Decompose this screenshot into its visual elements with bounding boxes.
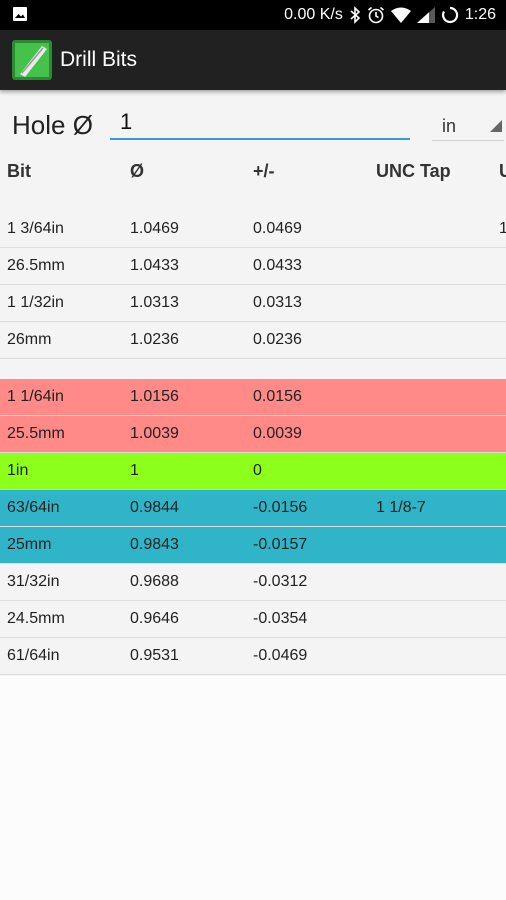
bit-difference: -0.0312 bbox=[253, 573, 308, 590]
bit-diameter: 1.0236 bbox=[130, 331, 179, 348]
table-row[interactable]: 1in 1 0 bbox=[0, 453, 506, 490]
status-bar: 0.00 K/s 1:26 bbox=[0, 0, 506, 30]
header-diameter: Ø bbox=[130, 161, 145, 181]
table-row[interactable]: 31/32in 0.9688 -0.0312 bbox=[0, 564, 506, 601]
bit-difference: 0.0156 bbox=[253, 388, 302, 405]
bit-size: 25.5mm bbox=[7, 425, 65, 442]
table-row[interactable]: 24.5mm 0.9646 -0.0354 bbox=[0, 601, 506, 638]
bit-difference: -0.0156 bbox=[253, 499, 308, 516]
table-row[interactable]: 25mm 0.9843 -0.0157 bbox=[0, 527, 506, 564]
bit-size: 25mm bbox=[7, 536, 52, 553]
bit-size: 1in bbox=[7, 462, 29, 479]
header-bit: Bit bbox=[7, 161, 31, 181]
table-row[interactable]: 26mm 1.0236 0.0236 bbox=[0, 322, 506, 359]
bit-difference: -0.0469 bbox=[253, 647, 308, 664]
bit-difference: -0.0157 bbox=[253, 536, 308, 553]
table-row[interactable]: 61/64in 0.9531 -0.0469 bbox=[0, 638, 506, 675]
hole-input-row: Hole Ø in bbox=[0, 92, 506, 148]
bit-size: 1 3/64in bbox=[7, 220, 64, 237]
bit-size: 26.5mm bbox=[7, 257, 65, 274]
bluetooth-icon bbox=[349, 6, 361, 24]
image-icon bbox=[12, 6, 28, 27]
header-difference: +/- bbox=[253, 161, 275, 181]
row-divider bbox=[0, 674, 506, 675]
unit-dropdown[interactable]: in bbox=[432, 106, 504, 141]
table-row[interactable]: 25.5mm 1.0039 0.0039 bbox=[0, 416, 506, 453]
bit-size: 31/32in bbox=[7, 573, 60, 590]
bit-diameter: 1 bbox=[130, 462, 139, 479]
drill-bit-app-icon bbox=[12, 40, 54, 80]
alarm-icon bbox=[367, 6, 385, 24]
bit-difference: 0.0469 bbox=[253, 220, 302, 237]
bit-diameter: 0.9843 bbox=[130, 536, 179, 553]
battery-icon bbox=[441, 6, 459, 24]
header-partial: U bbox=[499, 161, 506, 181]
row-divider bbox=[0, 358, 506, 359]
bit-difference: 0 bbox=[253, 462, 262, 479]
bit-diameter: 1.0156 bbox=[130, 388, 179, 405]
signal-icon bbox=[416, 7, 435, 23]
bit-difference: 0.0236 bbox=[253, 331, 302, 348]
table-row[interactable]: 26.5mm 1.0433 0.0433 bbox=[0, 248, 506, 285]
app-bar: Drill Bits bbox=[0, 30, 506, 90]
bit-diameter: 0.9844 bbox=[130, 499, 179, 516]
empty-area bbox=[0, 676, 506, 900]
bit-diameter: 0.9531 bbox=[130, 647, 179, 664]
table-row[interactable]: 1 1/64in 1.0156 0.0156 bbox=[0, 379, 506, 416]
bit-size: 26mm bbox=[7, 331, 52, 348]
bit-size: 63/64in bbox=[7, 499, 60, 516]
hole-diameter-label: Hole Ø bbox=[12, 110, 93, 140]
bit-difference: -0.0354 bbox=[253, 610, 308, 627]
wifi-icon bbox=[390, 7, 411, 23]
bit-size: 61/64in bbox=[7, 647, 60, 664]
table-row[interactable]: 63/64in 0.9844 -0.0156 1 1/8-7 bbox=[0, 490, 506, 527]
unit-selected-value: in bbox=[442, 116, 457, 136]
dropdown-arrow-icon bbox=[490, 119, 502, 137]
table-row[interactable]: 1 1/32in 1.0313 0.0313 bbox=[0, 285, 506, 322]
bit-diameter: 1.0469 bbox=[130, 220, 179, 237]
unc-tap: 1 1/8-7 bbox=[376, 499, 426, 516]
header-unc-tap: UNC Tap bbox=[376, 161, 451, 181]
bit-diameter: 1.0039 bbox=[130, 425, 179, 442]
clock-time: 1:26 bbox=[464, 6, 496, 23]
bit-size: 1 1/64in bbox=[7, 388, 64, 405]
bit-difference: 0.0433 bbox=[253, 257, 302, 274]
bit-diameter: 1.0433 bbox=[130, 257, 179, 274]
bit-diameter: 0.9646 bbox=[130, 610, 179, 627]
bit-diameter: 0.9688 bbox=[130, 573, 179, 590]
bit-difference: 0.0313 bbox=[253, 294, 302, 311]
bit-size: 1 1/32in bbox=[7, 294, 64, 311]
bit-difference: 0.0039 bbox=[253, 425, 302, 442]
bit-size: 24.5mm bbox=[7, 610, 65, 627]
app-title: Drill Bits bbox=[60, 48, 137, 71]
table-row[interactable]: 1 3/64in 1.0469 0.0469 1 bbox=[0, 211, 506, 248]
extra-value: 1 bbox=[499, 220, 506, 237]
table-header: Bit Ø +/- UNC Tap U bbox=[0, 155, 506, 185]
net-speed: 0.00 K/s bbox=[284, 6, 343, 23]
bit-diameter: 1.0313 bbox=[130, 294, 179, 311]
hole-diameter-input[interactable] bbox=[110, 106, 410, 140]
